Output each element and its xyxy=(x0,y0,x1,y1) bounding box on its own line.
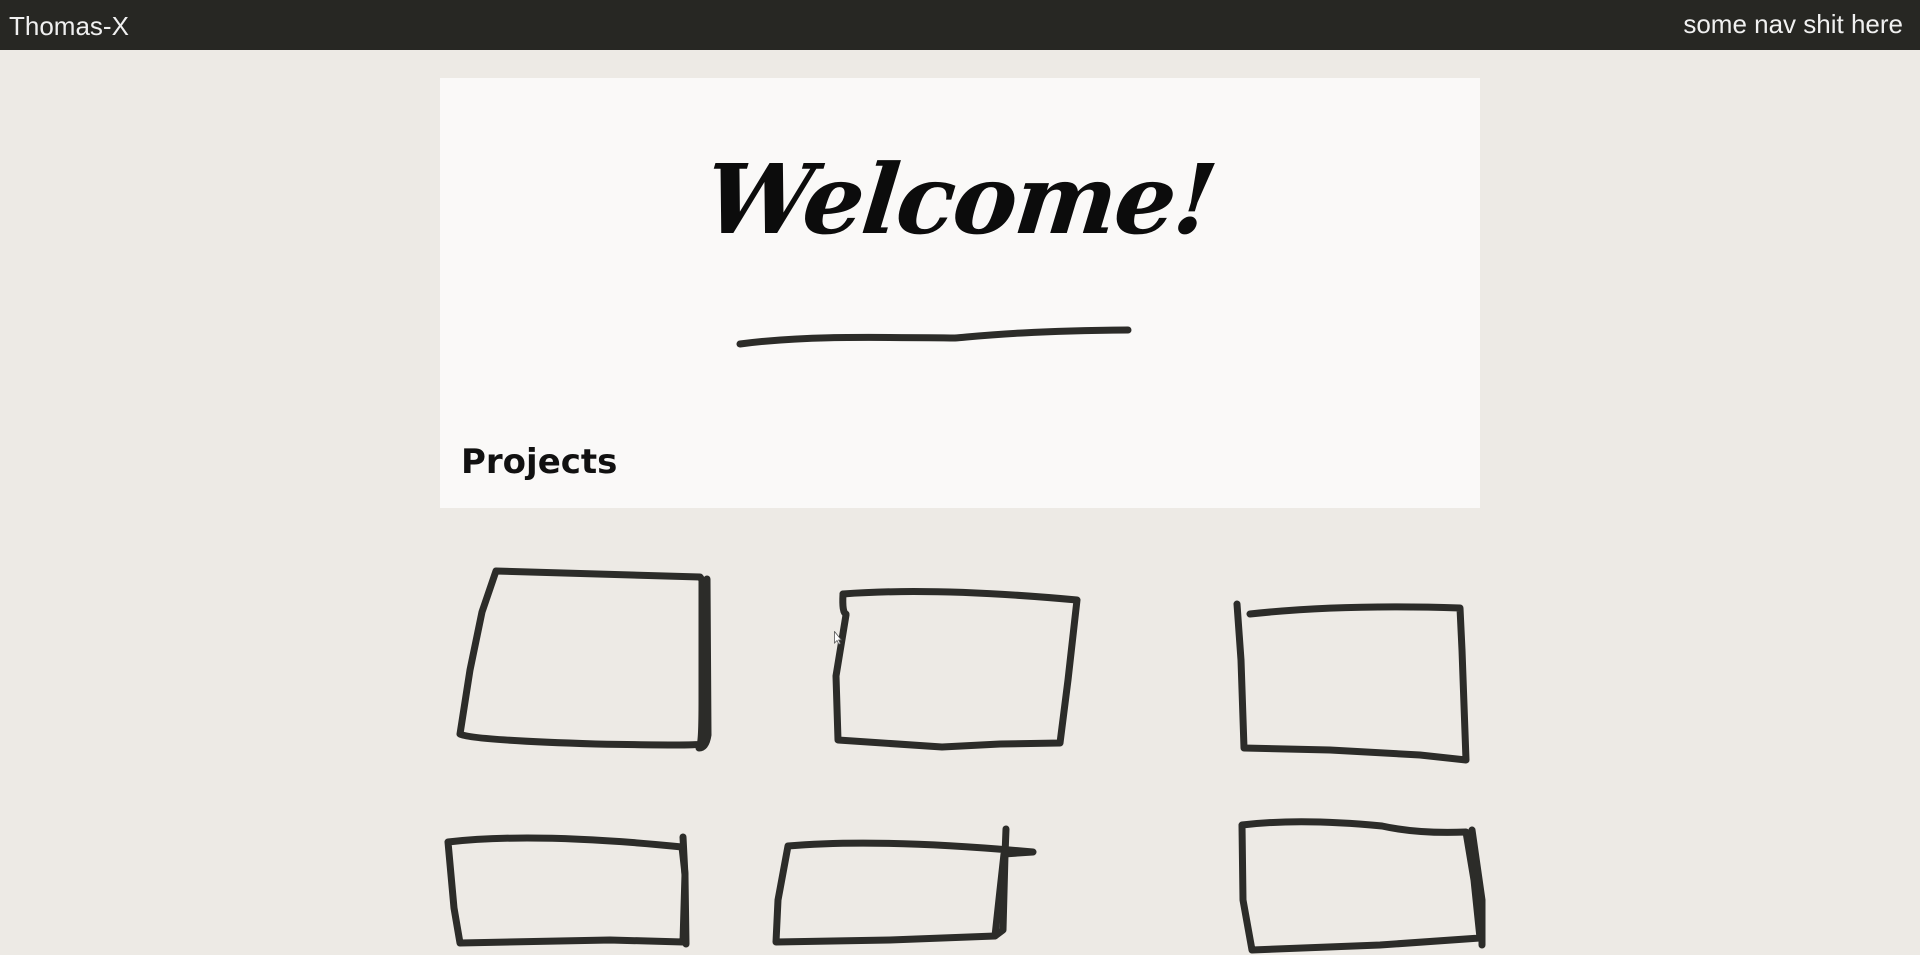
project-tile[interactable] xyxy=(456,567,712,752)
mouse-cursor-icon xyxy=(834,631,842,645)
project-tile[interactable] xyxy=(772,825,1037,946)
project-tile[interactable] xyxy=(444,833,690,948)
project-tile[interactable] xyxy=(832,588,1081,751)
project-tile[interactable] xyxy=(1238,818,1486,954)
project-tile[interactable] xyxy=(1233,600,1470,764)
project-grid xyxy=(444,567,1486,954)
